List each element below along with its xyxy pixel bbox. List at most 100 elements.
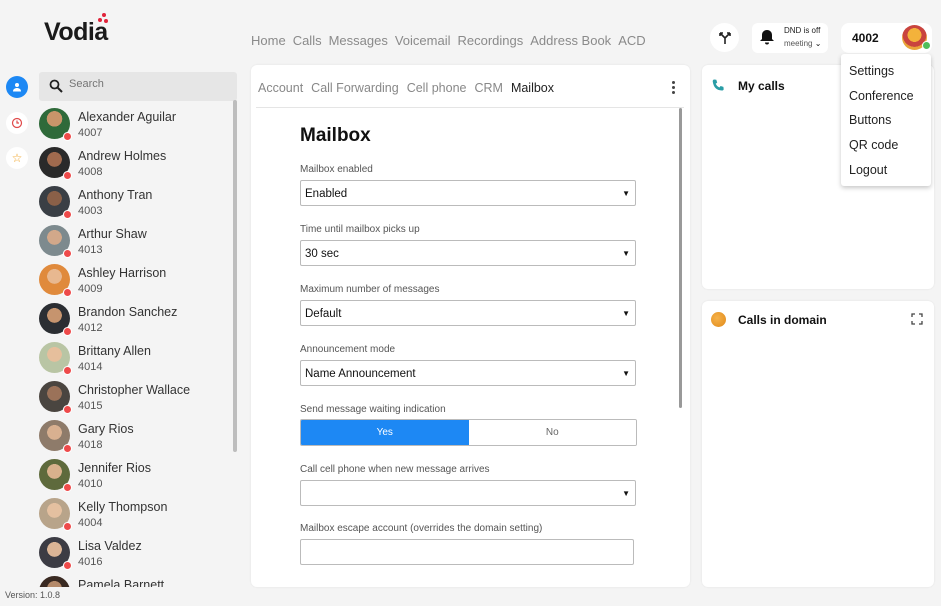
dropdown-arrow-icon: ▼ — [622, 489, 630, 498]
calls-in-domain-panel — [702, 301, 934, 587]
contact-name: Pamela Barnett — [78, 578, 165, 587]
contact-item[interactable]: Christopher Wallace 4015 — [38, 378, 233, 416]
contacts-icon — [13, 83, 21, 92]
contact-extension: 4004 — [78, 517, 103, 529]
contact-item[interactable]: Brittany Allen 4014 — [38, 339, 233, 377]
cell-notify-select[interactable]: ▼ — [300, 480, 636, 506]
max-messages-value: Default — [305, 308, 342, 320]
contact-item[interactable]: Gary Rios 4018 — [38, 417, 233, 455]
dropdown-arrow-icon: ▼ — [622, 309, 630, 318]
mwi-no-button[interactable]: No — [468, 420, 636, 445]
settings-tabs: Account Call Forwarding Cell phone CRM M… — [258, 81, 554, 95]
nav-acd[interactable]: ACD — [618, 33, 645, 48]
contact-extension: 4013 — [78, 244, 103, 256]
pickup-time-select[interactable]: 30 sec ▼ — [300, 240, 636, 266]
dnd-mode-label: meeting — [784, 39, 813, 48]
contact-extension: 4018 — [78, 439, 103, 451]
history-tab-button[interactable] — [6, 112, 28, 134]
tab-crm[interactable]: CRM — [474, 81, 502, 95]
contact-item[interactable]: Brandon Sanchez 4012 — [38, 300, 233, 338]
contact-name: Ashley Harrison — [78, 266, 167, 280]
contact-name: Alexander Aguilar — [78, 110, 176, 124]
escape-account-input[interactable] — [300, 539, 634, 565]
escape-account-label: Mailbox escape account (overrides the do… — [300, 523, 543, 534]
tab-account[interactable]: Account — [258, 81, 303, 95]
contact-item[interactable]: Lisa Valdez 4016 — [38, 534, 233, 572]
mailbox-enabled-select[interactable]: Enabled ▼ — [300, 180, 636, 206]
contact-item[interactable]: Pamela Barnett — [38, 573, 233, 587]
menu-item-conference[interactable]: Conference — [849, 89, 914, 103]
contact-item[interactable]: Kelly Thompson 4004 — [38, 495, 233, 533]
status-dot — [63, 405, 72, 414]
call-split-button[interactable] — [710, 23, 739, 52]
contact-name: Andrew Holmes — [78, 149, 167, 163]
menu-item-settings[interactable]: Settings — [849, 64, 894, 78]
menu-item-qr-code[interactable]: QR code — [849, 138, 898, 152]
more-options-icon[interactable] — [672, 81, 676, 96]
mailbox-enabled-label: Mailbox enabled — [300, 164, 373, 175]
status-dot — [63, 483, 72, 492]
contact-name: Kelly Thompson — [78, 500, 168, 514]
calls-in-domain-title: Calls in domain — [738, 313, 827, 327]
tab-cell-phone[interactable]: Cell phone — [407, 81, 467, 95]
avatar — [39, 576, 70, 587]
status-dot — [63, 444, 72, 453]
my-calls-title: My calls — [738, 79, 785, 93]
tab-divider — [256, 107, 684, 108]
nav-messages[interactable]: Messages — [329, 33, 388, 48]
contact-item[interactable]: Ashley Harrison 4009 — [38, 261, 233, 299]
clock-icon — [11, 117, 23, 129]
online-status-dot — [922, 41, 931, 50]
call-split-icon — [718, 31, 731, 44]
pickup-time-value: 30 sec — [305, 248, 339, 260]
user-menu: Settings Conference Buttons QR code Logo… — [841, 54, 931, 186]
menu-item-logout[interactable]: Logout — [849, 163, 887, 177]
max-messages-select[interactable]: Default ▼ — [300, 300, 636, 326]
status-dot — [63, 561, 72, 570]
contact-name: Christopher Wallace — [78, 383, 191, 397]
status-dot — [63, 327, 72, 336]
dropdown-arrow-icon: ▼ — [622, 189, 630, 198]
logo-dots — [94, 13, 110, 27]
mailbox-enabled-value: Enabled — [305, 188, 348, 200]
pickup-time-label: Time until mailbox picks up — [300, 224, 420, 235]
top-nav: Home Calls Messages Voicemail Recordings… — [251, 33, 646, 48]
dnd-status: DND is off — [784, 26, 821, 35]
contact-item[interactable]: Andrew Holmes 4008 — [38, 144, 233, 182]
nav-calls[interactable]: Calls — [293, 33, 322, 48]
contact-extension: 4015 — [78, 400, 103, 412]
expand-icon[interactable] — [911, 313, 923, 325]
contact-extension: 4014 — [78, 361, 103, 373]
contact-item[interactable]: Alexander Aguilar 4007 — [38, 105, 233, 143]
contact-name: Arthur Shaw — [78, 227, 147, 241]
nav-voicemail[interactable]: Voicemail — [395, 33, 451, 48]
menu-item-buttons[interactable]: Buttons — [849, 113, 891, 127]
status-dot — [63, 366, 72, 375]
contact-item[interactable]: Jennifer Rios 4010 — [38, 456, 233, 494]
version-label: Version: 1.0.8 — [5, 590, 61, 600]
page-title: Mailbox — [300, 125, 371, 146]
announcement-mode-select[interactable]: Name Announcement ▼ — [300, 360, 636, 386]
announcement-mode-value: Name Announcement — [305, 368, 416, 380]
status-dot — [63, 210, 72, 219]
contact-extension: 4008 — [78, 166, 103, 178]
chevron-down-icon: ⌄ — [814, 39, 822, 48]
contact-item[interactable]: Anthony Tran 4003 — [38, 183, 233, 221]
favorites-tab-button[interactable]: ☆ — [6, 147, 28, 169]
nav-home[interactable]: Home — [251, 33, 286, 48]
dropdown-arrow-icon: ▼ — [622, 249, 630, 258]
announcement-mode-label: Announcement mode — [300, 344, 396, 355]
nav-address-book[interactable]: Address Book — [530, 33, 611, 48]
mwi-yes-button[interactable]: Yes — [301, 420, 469, 445]
phone-icon — [712, 79, 724, 91]
contacts-tab-button[interactable] — [6, 76, 28, 98]
tab-mailbox[interactable]: Mailbox — [511, 81, 554, 95]
nav-recordings[interactable]: Recordings — [457, 33, 523, 48]
tab-call-forwarding[interactable]: Call Forwarding — [311, 81, 399, 95]
search-input[interactable] — [69, 78, 229, 90]
dnd-mode-select[interactable]: meeting ⌄ — [784, 39, 821, 48]
contact-item[interactable]: Arthur Shaw 4013 — [38, 222, 233, 260]
settings-scrollbar[interactable] — [679, 108, 682, 408]
bell-icon — [760, 30, 774, 45]
contacts-scrollbar[interactable] — [233, 100, 237, 452]
